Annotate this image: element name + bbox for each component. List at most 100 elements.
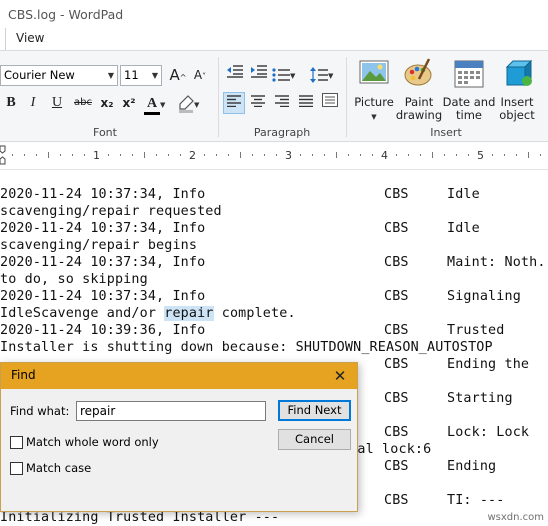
- align-right-button[interactable]: [271, 92, 293, 114]
- line-text: 2020-11-24 10:37:34, Info: [0, 255, 206, 270]
- ruler-tick: [516, 154, 517, 156]
- ruler-tick: [84, 154, 85, 156]
- line-source: CBS: [384, 391, 409, 406]
- search-match-highlight: repair: [164, 306, 214, 321]
- insert-object-button[interactable]: Insert object: [492, 57, 542, 125]
- justify-button[interactable]: [295, 92, 317, 114]
- line-spacing-button[interactable]: ▼: [310, 63, 340, 85]
- ruler-tick: [72, 154, 73, 156]
- line-text: scavenging/repair begins: [0, 238, 198, 253]
- ruler-tick: [432, 152, 433, 158]
- chevron-down-icon: ▼: [371, 113, 377, 121]
- paragraph-group-label: Paragraph: [253, 126, 311, 139]
- document-line: 2020-11-24 10:37:34, Info CBS Maint: Noth.: [0, 255, 548, 272]
- ruler-tick: [168, 154, 169, 156]
- ruler-number: 5: [477, 149, 484, 162]
- ruler-tick: [348, 154, 349, 156]
- ruler[interactable]: 1 2 3 4 5: [0, 142, 548, 170]
- align-center-icon: [251, 95, 265, 108]
- chevron-down-icon: ▼: [328, 72, 334, 80]
- line-text: 2020-11-24 10:39:36, Info: [0, 323, 206, 338]
- decrease-indent-icon: [227, 65, 243, 78]
- document-line: 2020-11-24 10:37:34, Info CBS Idle: [0, 187, 548, 204]
- paint-palette-icon: [404, 58, 432, 86]
- ruler-tick: [276, 154, 277, 156]
- object-icon: [505, 59, 533, 87]
- calendar-icon: [454, 60, 484, 88]
- text-color-button[interactable]: A ▼: [144, 92, 174, 115]
- decrease-indent-button[interactable]: [224, 63, 246, 85]
- find-dialog: Find ✕ Find what: repair Find Next Cance…: [0, 362, 358, 512]
- grow-font-button[interactable]: A^: [167, 64, 189, 86]
- line-spacing-icon: [310, 66, 328, 83]
- highlight-color-button[interactable]: ▼: [178, 92, 208, 114]
- ruler-tick: [336, 152, 337, 158]
- font-size-combo[interactable]: 11 ▼: [120, 65, 162, 86]
- bullet-list-button[interactable]: ▼: [272, 63, 302, 85]
- ruler-tick: [60, 154, 61, 156]
- find-dialog-titlebar[interactable]: Find ✕: [1, 363, 357, 389]
- match-whole-word-label[interactable]: Match whole word only: [26, 435, 159, 449]
- ruler-tick: [144, 152, 145, 158]
- increase-indent-button[interactable]: [248, 63, 270, 85]
- ruler-tick: [180, 154, 181, 156]
- ruler-tick: [48, 152, 49, 158]
- ruler-tick: [528, 152, 529, 158]
- match-whole-word-checkbox[interactable]: [10, 436, 23, 449]
- paragraph-settings-button[interactable]: [319, 92, 341, 114]
- match-case-label[interactable]: Match case: [26, 461, 91, 475]
- object-label: object: [499, 108, 535, 122]
- document-line: scavenging/repair begins: [0, 238, 548, 255]
- align-center-button[interactable]: [247, 92, 269, 114]
- chevron-down-icon: ▼: [194, 101, 200, 109]
- ruler-number: 2: [189, 149, 196, 162]
- line-continuation: IdleScavenge and/or repair complete.: [0, 306, 296, 321]
- line-message: Idle: [447, 187, 480, 202]
- chevron-down-icon[interactable]: ▼: [108, 66, 114, 85]
- superscript-button[interactable]: x²: [118, 92, 140, 114]
- font-name-combo[interactable]: Courier New ▼: [0, 65, 118, 86]
- ruler-tick: [360, 154, 361, 156]
- paint-label: Paint: [404, 95, 434, 109]
- line-text-after-match: complete.: [221, 306, 296, 321]
- watermark-text: wsxdn.com: [487, 512, 544, 523]
- close-icon[interactable]: ✕: [329, 365, 351, 387]
- find-next-button[interactable]: Find Next: [278, 400, 351, 421]
- ruler-tick: [372, 154, 373, 156]
- text-color-icon: A: [144, 96, 160, 115]
- shrink-font-button[interactable]: A˅: [189, 64, 211, 86]
- bold-button[interactable]: B: [0, 92, 22, 114]
- line-text: Initializing Trusted Installer ---: [0, 510, 280, 525]
- window-titlebar: CBS.log - WordPad: [0, 0, 548, 28]
- bullet-list-icon: [272, 67, 290, 82]
- ruler-tick: [132, 154, 133, 156]
- date-time-button[interactable]: Date and time: [441, 57, 497, 125]
- find-what-value: repair: [80, 404, 116, 418]
- ruler-tick: [540, 154, 541, 156]
- font-name-value: Courier New: [4, 68, 75, 82]
- file-menu-edge[interactable]: [0, 28, 6, 50]
- line-text: scavenging/repair requested: [0, 204, 222, 219]
- date-and-label: Date and: [442, 95, 496, 109]
- chevron-down-icon[interactable]: ▼: [152, 66, 158, 85]
- menu-bar: View: [0, 28, 548, 50]
- paint-drawing-button[interactable]: Paint drawing: [392, 57, 446, 125]
- underline-button[interactable]: U: [46, 92, 68, 114]
- cancel-button[interactable]: Cancel: [278, 429, 351, 450]
- ruler-ticks: 1 2 3 4 5: [0, 145, 541, 165]
- match-case-checkbox[interactable]: [10, 462, 23, 475]
- ruler-tick: [252, 154, 253, 156]
- strikethrough-button[interactable]: abc: [70, 92, 96, 114]
- font-group-label: Font: [93, 126, 117, 139]
- align-left-button[interactable]: [223, 92, 245, 114]
- find-what-input[interactable]: repair: [76, 401, 266, 421]
- line-source: CBS: [384, 255, 409, 270]
- indent-marker[interactable]: [0, 156, 6, 165]
- tab-view[interactable]: View: [16, 31, 44, 45]
- indent-marker[interactable]: [0, 145, 6, 154]
- line-message: TI: ---: [447, 493, 505, 508]
- ruler-tick: [444, 154, 445, 156]
- italic-button[interactable]: I: [22, 92, 44, 114]
- subscript-button[interactable]: x₂: [96, 92, 118, 114]
- document-line: IdleScavenge and/orIdleScavenge and/or r…: [0, 306, 548, 323]
